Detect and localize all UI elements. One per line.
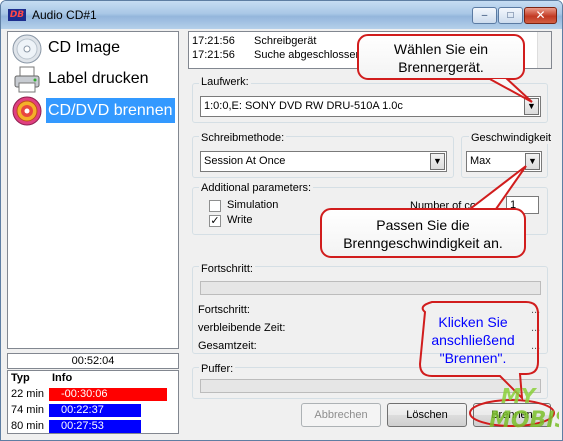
callout-brennen-outline	[418, 301, 555, 427]
mymobis-watermark-logo: MY MOBIS	[489, 384, 559, 433]
svg-text:MY: MY	[501, 384, 538, 408]
svg-text:MOBIS: MOBIS	[489, 408, 559, 433]
